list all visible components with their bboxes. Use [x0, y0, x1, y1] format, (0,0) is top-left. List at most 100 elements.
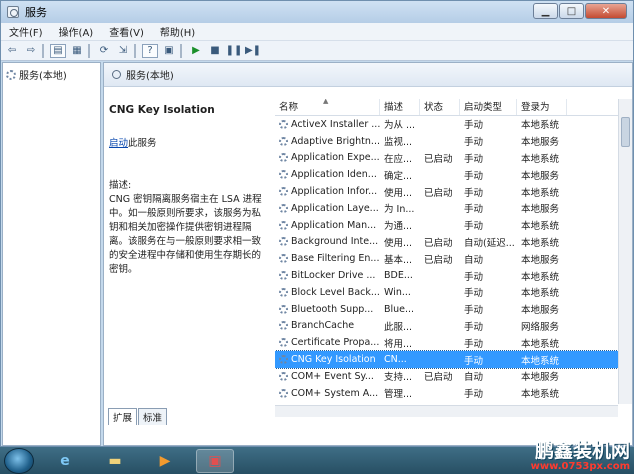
forward-arrow-icon[interactable]: ⇨: [23, 44, 39, 58]
sort-arrow-icon: ▲: [323, 99, 329, 105]
services-taskbar-icon[interactable]: ▣: [196, 448, 234, 473]
service-name-cell: Block Level Back...: [291, 286, 380, 298]
menu-bar: 文件(F) 操作(A) 查看(V) 帮助(H): [1, 23, 633, 41]
table-row[interactable]: Base Filtering En... 基本... 已启动 自动 本地服务: [275, 250, 632, 267]
show-action-pane-icon[interactable]: ▣: [161, 44, 177, 58]
column-status[interactable]: 状态: [420, 99, 460, 115]
table-cell: 确定...: [384, 170, 413, 182]
ie-icon[interactable]: e: [46, 449, 84, 473]
gear-icon: [279, 304, 288, 314]
pause-service-icon[interactable]: ❚❚: [226, 44, 243, 58]
table-cell: 支持...: [384, 372, 413, 384]
table-cell: 本地系统: [521, 187, 560, 199]
gear-icon: [279, 321, 288, 331]
refresh-icon[interactable]: ⟳: [96, 44, 112, 58]
watermark-brand: 鹏鑫装机网: [534, 440, 630, 462]
table-row[interactable]: BitLocker Drive ... BDE... 手动 本地系统: [275, 267, 632, 284]
service-name-cell: Application Infor...: [291, 186, 378, 198]
maximize-button[interactable]: □: [559, 3, 584, 19]
service-name-cell: Application Expe...: [291, 152, 380, 164]
start-button[interactable]: [4, 447, 34, 474]
service-name-cell: CNG Key Isolation: [291, 354, 376, 366]
column-startup-type[interactable]: 启动类型: [460, 99, 517, 115]
table-cell: 本地服务: [521, 204, 560, 216]
column-description[interactable]: 描述: [380, 99, 420, 115]
services-list: ▲ 名称 描述 状态 启动类型 登录为 ActiveX Installer ..…: [275, 99, 632, 404]
table-cell: 手动: [464, 153, 484, 165]
services-panel: 服务(本地) CNG Key Isolation 启动此服务 描述: CNG 密…: [103, 62, 633, 446]
watermark: 鹏鑫装机网 www.0753px.com: [531, 436, 630, 472]
table-cell: 已启动: [424, 237, 453, 249]
restart-service-icon[interactable]: ▶❚: [245, 44, 261, 58]
view-tabs: 扩展 标准: [108, 408, 168, 425]
description-label: 描述:: [109, 180, 132, 191]
gear-icon: [279, 153, 288, 163]
console-tree: 服务(本地): [2, 62, 101, 446]
table-cell: 为 In...: [384, 204, 415, 216]
gear-icon: [279, 203, 288, 213]
table-cell: 手动: [464, 321, 484, 333]
table-cell: 本地服务: [521, 305, 560, 317]
service-name-cell: Application Man...: [291, 219, 377, 231]
table-cell: 此服...: [384, 321, 413, 333]
table-cell: CN...: [384, 354, 407, 366]
table-row[interactable]: Application Iden... 确定... 手动 本地服务: [275, 166, 632, 183]
help-icon[interactable]: ?: [142, 43, 158, 58]
vertical-scrollbar[interactable]: [618, 99, 632, 404]
show-console-tree-icon[interactable]: ▤: [50, 43, 66, 58]
explorer-folder-icon[interactable]: ▬: [96, 449, 134, 473]
table-cell: 将用...: [384, 338, 413, 350]
service-name-cell: Application Laye...: [291, 202, 379, 214]
back-arrow-icon[interactable]: ⇦: [4, 44, 20, 58]
table-cell: 手动: [464, 137, 484, 149]
start-service-link[interactable]: 启动: [109, 138, 128, 149]
table-row[interactable]: Background Inte... 使用... 已启动 自动(延迟... 本地系统: [275, 234, 632, 251]
table-cell: 本地服务: [521, 170, 560, 182]
table-row[interactable]: COM+ System A... 管理... 手动 本地系统: [275, 385, 632, 402]
table-cell: 基本...: [384, 254, 413, 266]
service-name-cell: ActiveX Installer ...: [291, 118, 380, 130]
stop-service-icon[interactable]: ■: [207, 44, 223, 58]
table-row[interactable]: COM+ Event Sy... 支持... 已启动 自动 本地服务: [275, 368, 632, 385]
description-pane: CNG Key Isolation 启动此服务 描述: CNG 密钥隔离服务宿主…: [109, 103, 269, 277]
table-cell: 本地服务: [521, 372, 560, 384]
table-row[interactable]: Application Man... 为通... 手动 本地系统: [275, 217, 632, 234]
close-button[interactable]: ✕: [585, 3, 627, 19]
service-name-cell: Adaptive Brightn...: [291, 135, 380, 147]
start-service-icon[interactable]: ▶: [188, 44, 204, 58]
table-row[interactable]: Block Level Back... Win... 手动 本地系统: [275, 284, 632, 301]
table-cell: 手动: [464, 187, 484, 199]
table-cell: 本地系统: [521, 153, 560, 165]
menu-view[interactable]: 查看(V): [101, 24, 152, 39]
export-list-icon[interactable]: ⇲: [115, 44, 131, 58]
table-row[interactable]: Application Laye... 为 In... 手动 本地服务: [275, 200, 632, 217]
gear-icon: [279, 371, 288, 381]
tab-standard[interactable]: 标准: [138, 408, 168, 425]
table-row[interactable]: Adaptive Brightn... 监视... 手动 本地服务: [275, 133, 632, 150]
tab-extended[interactable]: 扩展: [108, 408, 138, 425]
table-cell: 为通...: [384, 221, 413, 233]
table-cell: 本地服务: [521, 254, 560, 266]
search-icon: [112, 70, 121, 79]
table-cell: 本地系统: [521, 389, 560, 401]
menu-help[interactable]: 帮助(H): [152, 24, 203, 39]
table-cell: 手动: [464, 271, 484, 283]
menu-file[interactable]: 文件(F): [1, 24, 51, 39]
properties-icon[interactable]: ▦: [69, 44, 85, 58]
menu-action[interactable]: 操作(A): [51, 24, 102, 39]
table-row[interactable]: Application Expe... 在应... 已启动 手动 本地系统: [275, 150, 632, 167]
tree-item-services-local[interactable]: 服务(本地): [3, 63, 100, 86]
table-row[interactable]: BranchCache 此服... 手动 网络服务: [275, 318, 632, 335]
horizontal-scrollbar[interactable]: [275, 405, 618, 417]
table-row[interactable]: Bluetooth Supp... Blue... 手动 本地服务: [275, 301, 632, 318]
table-cell: 本地系统: [521, 120, 560, 132]
table-row[interactable]: Application Infor... 使用... 已启动 手动 本地系统: [275, 183, 632, 200]
table-row[interactable]: CNG Key Isolation CN... 手动 本地系统: [275, 350, 632, 369]
column-log-on-as[interactable]: 登录为: [517, 99, 567, 115]
minimize-button[interactable]: ▁: [533, 3, 558, 19]
description-text: CNG 密钥隔离服务宿主在 LSA 进程中。如一般原则所要求，该服务为私钥和相关…: [109, 194, 262, 275]
table-cell: 手动: [464, 288, 484, 300]
table-row[interactable]: ActiveX Installer ... 为从 ... 手动 本地系统: [275, 116, 632, 133]
table-row[interactable]: Certificate Propa... 将用... 手动 本地系统: [275, 334, 632, 351]
media-player-icon[interactable]: ▶: [146, 449, 184, 473]
